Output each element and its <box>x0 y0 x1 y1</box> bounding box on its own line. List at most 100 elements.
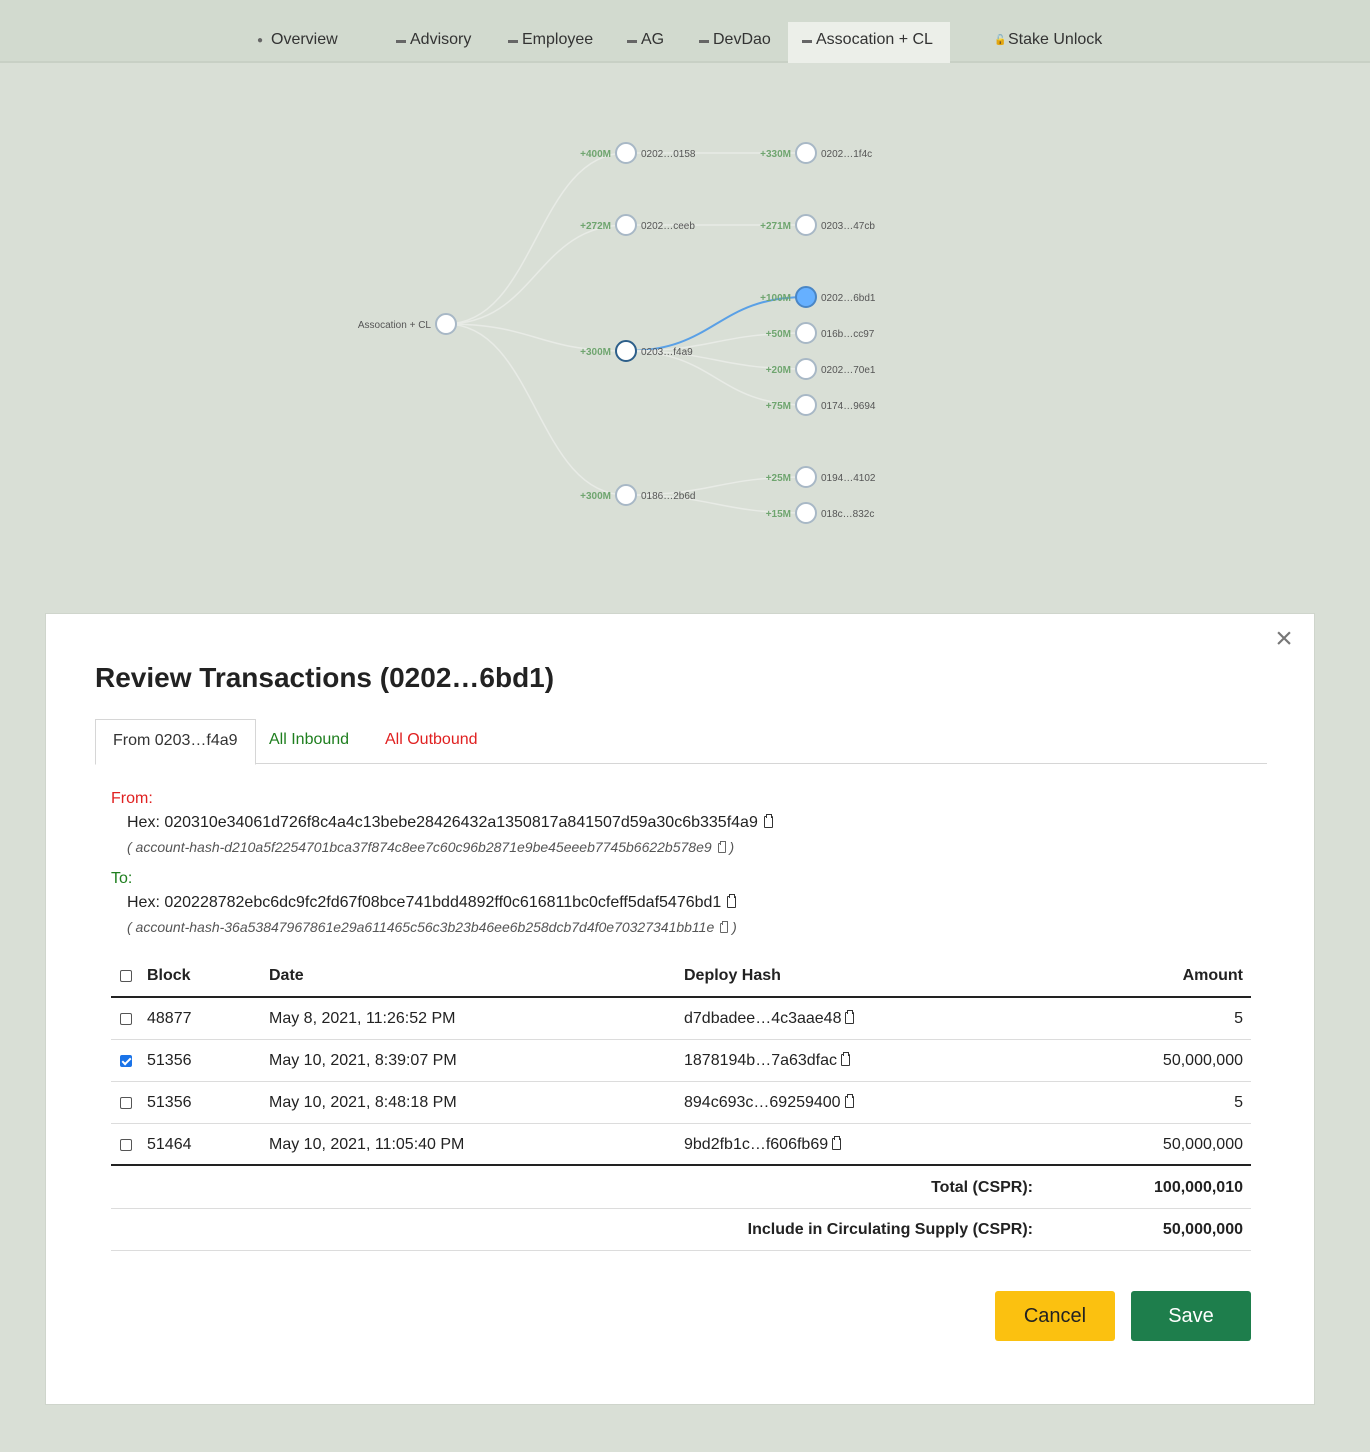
header-amount: Amount <box>1182 967 1243 984</box>
tree-node[interactable]: +330M 0202…1f4c <box>760 142 872 164</box>
node-circle[interactable] <box>435 313 457 335</box>
tab-assocation-cl[interactable]: ▬ Assocation + CL <box>788 22 950 63</box>
deploy-hash-text: 1878194b…7a63dfac <box>684 1052 838 1069</box>
top-nav: ● Overview ▬ Advisory ▬ Employee ▬ AG ▬ DevDa… <box>0 0 1370 63</box>
tree-link <box>625 350 807 406</box>
row-checkbox[interactable] <box>120 1012 132 1025</box>
to-hex: Hex: 020228782ebc6dc9fc2fd67f08bce741bdd… <box>127 894 737 912</box>
cell-deploy-hash: d7dbadee…4c3aae48 <box>684 998 855 1040</box>
tab-overview[interactable]: ● Overview <box>257 22 338 63</box>
node-circle[interactable] <box>795 286 817 308</box>
tree-node[interactable]: +50M 016b…cc97 <box>766 322 875 344</box>
tab-all-inbound[interactable]: All Inbound <box>252 719 366 764</box>
tab-stake-unlock[interactable]: 🔓 Stake Unlock <box>994 22 1102 63</box>
table-row[interactable]: 48877 May 8, 2021, 11:26:52 PM d7dbadee…… <box>111 998 1251 1040</box>
cell-block: 48877 <box>147 1010 192 1027</box>
tree-node[interactable]: +75M 0174…9694 <box>766 394 876 416</box>
tree-node-root[interactable]: Assocation + CL <box>358 313 457 335</box>
copy-icon[interactable] <box>717 841 726 853</box>
header-deploy-hash: Deploy Hash <box>684 967 781 984</box>
node-circle[interactable] <box>615 214 637 236</box>
unlock-icon: 🔓 <box>994 35 1007 46</box>
tab-employee[interactable]: ▬ Employee <box>508 22 593 63</box>
select-all-checkbox[interactable] <box>120 969 132 982</box>
node-label: 0203…f4a9 <box>641 347 693 358</box>
cell-amount: 5 <box>1234 1010 1243 1027</box>
close-icon[interactable]: × <box>1272 624 1296 654</box>
row-checkbox-cell <box>120 1082 132 1124</box>
node-circle[interactable] <box>795 214 817 236</box>
node-circle[interactable] <box>615 340 637 362</box>
node-label: 0202…ceeb <box>641 221 695 232</box>
tab-label: DevDao <box>713 31 771 48</box>
tree-node[interactable]: +20M 0202…70e1 <box>766 358 876 380</box>
deploy-hash-text: 9bd2fb1c…f606fb69 <box>684 1136 829 1153</box>
node-circle[interactable] <box>795 466 817 488</box>
folder-icon: ▬ <box>396 35 406 46</box>
node-amount: +330M <box>760 149 791 160</box>
tab-ag[interactable]: ▬ AG <box>627 22 664 63</box>
node-circle[interactable] <box>615 484 637 506</box>
cell-amount: 5 <box>1234 1094 1243 1111</box>
to-account-hash-text: ( account-hash-36a53847967861e29a611465c… <box>127 919 715 935</box>
tab-from[interactable]: From 0203…f4a9 <box>95 719 256 765</box>
tree-node-selected[interactable]: +100M 0202…6bd1 <box>760 286 876 308</box>
node-label: 0194…4102 <box>821 473 876 484</box>
copy-icon[interactable] <box>720 921 729 933</box>
node-label: 016b…cc97 <box>821 329 875 340</box>
cell-deploy-hash: 9bd2fb1c…f606fb69 <box>684 1124 842 1166</box>
row-checkbox[interactable] <box>120 1138 132 1151</box>
node-circle[interactable] <box>615 142 637 164</box>
tab-label: Employee <box>522 31 594 48</box>
copy-icon[interactable] <box>763 814 773 828</box>
node-amount: +50M <box>766 329 791 340</box>
row-checkbox-cell <box>120 1040 132 1082</box>
node-circle[interactable] <box>795 322 817 344</box>
copy-icon[interactable] <box>727 894 737 908</box>
node-label: 0202…6bd1 <box>821 293 876 304</box>
tree-node[interactable]: +15M 018c…832c <box>766 502 875 524</box>
copy-icon[interactable] <box>844 1094 854 1108</box>
copy-icon[interactable] <box>841 1052 851 1066</box>
cell-deploy-hash: 1878194b…7a63dfac <box>684 1040 851 1082</box>
copy-icon[interactable] <box>845 1010 855 1024</box>
node-amount: +272M <box>580 221 611 232</box>
tab-label: AG <box>641 31 665 48</box>
total-value: 100,000,010 <box>1154 1179 1243 1196</box>
copy-icon[interactable] <box>832 1136 842 1150</box>
node-circle[interactable] <box>795 358 817 380</box>
review-transactions-modal: × Review Transactions (0202…6bd1) From 0… <box>45 613 1315 1405</box>
node-circle[interactable] <box>795 502 817 524</box>
close-paren: ) <box>732 919 737 935</box>
row-checkbox-cell <box>120 998 132 1040</box>
from-label: From: <box>111 790 153 807</box>
node-amount: +25M <box>766 473 791 484</box>
save-button[interactable]: Save <box>1131 1291 1251 1341</box>
tree-node[interactable]: +271M 0203…47cb <box>760 214 875 236</box>
node-label: 0174…9694 <box>821 401 876 412</box>
row-checkbox-checked[interactable] <box>120 1054 132 1067</box>
tab-devdao[interactable]: ▬ DevDao <box>699 22 771 63</box>
circulating-supply-label: Include in Circulating Supply (CSPR): <box>747 1221 1033 1238</box>
cell-amount: 50,000,000 <box>1162 1052 1243 1069</box>
node-amount: +300M <box>580 491 611 502</box>
row-checkbox[interactable] <box>120 1096 132 1109</box>
folder-icon: ▬ <box>508 35 518 46</box>
header-block: Block <box>147 967 191 984</box>
tree-node[interactable]: +25M 0194…4102 <box>766 466 876 488</box>
node-circle[interactable] <box>795 142 817 164</box>
node-amount: +20M <box>766 365 791 376</box>
node-amount: +100M <box>760 293 791 304</box>
table-row[interactable]: 51464 May 10, 2021, 11:05:40 PM 9bd2fb1c… <box>111 1124 1251 1166</box>
node-label: 0202…0158 <box>641 149 696 160</box>
tab-all-outbound[interactable]: All Outbound <box>368 719 495 764</box>
folder-icon: ▬ <box>699 35 709 46</box>
close-paren: ) <box>729 839 735 855</box>
table-row[interactable]: 51356 May 10, 2021, 8:48:18 PM 894c693c…… <box>111 1082 1251 1124</box>
node-circle[interactable] <box>795 394 817 416</box>
cancel-button[interactable]: Cancel <box>995 1291 1115 1341</box>
node-amount: +271M <box>760 221 791 232</box>
table-row[interactable]: 51356 May 10, 2021, 8:39:07 PM 1878194b…… <box>111 1040 1251 1082</box>
tab-advisory[interactable]: ▬ Advisory <box>396 22 471 63</box>
node-amount: +300M <box>580 347 611 358</box>
